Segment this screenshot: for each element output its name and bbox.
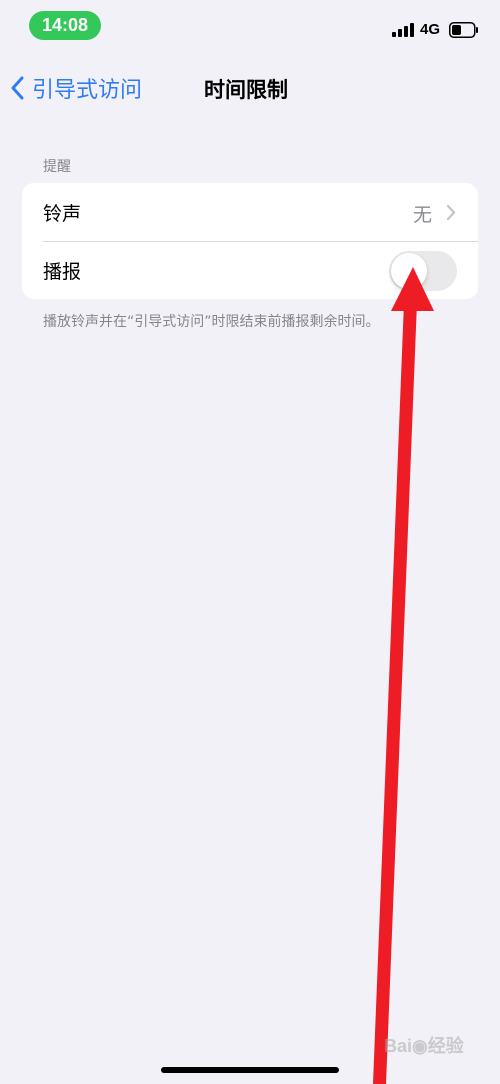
section-footer: 播放铃声并在“引导式访问”时限结束前播报剩余时间。 xyxy=(43,314,380,330)
section-header: 提醒 xyxy=(43,159,71,175)
toggle-knob xyxy=(391,253,427,289)
announce-row: 播报 xyxy=(22,241,478,299)
ringtone-value: 无 xyxy=(412,204,432,226)
back-button[interactable]: 引导式访问 xyxy=(10,72,142,104)
ringtone-label: 铃声 xyxy=(43,203,82,225)
back-button-label: 引导式访问 xyxy=(32,78,143,103)
watermark-logo: Bai◉经验 xyxy=(384,1036,464,1056)
red-arrow-annotation xyxy=(373,267,434,1084)
status-time: 14:08 xyxy=(29,11,101,40)
announce-toggle[interactable] xyxy=(389,251,457,291)
settings-group: 铃声 无 播报 xyxy=(22,183,478,299)
home-indicator[interactable] xyxy=(161,1067,339,1073)
page-title: 时间限制 xyxy=(204,78,288,102)
arrow-shaft xyxy=(373,302,417,1084)
signal-icon xyxy=(392,23,414,37)
chevron-left-icon xyxy=(11,76,24,100)
network-type: 4G xyxy=(420,21,441,38)
status-bar: 14:08 4G xyxy=(0,0,500,56)
battery-icon xyxy=(449,22,478,38)
chevron-right-icon xyxy=(446,204,456,221)
ringtone-row[interactable]: 铃声 无 xyxy=(22,183,478,241)
navigation-bar: 引导式访问 时间限制 xyxy=(0,60,500,116)
announce-label: 播报 xyxy=(43,261,82,283)
